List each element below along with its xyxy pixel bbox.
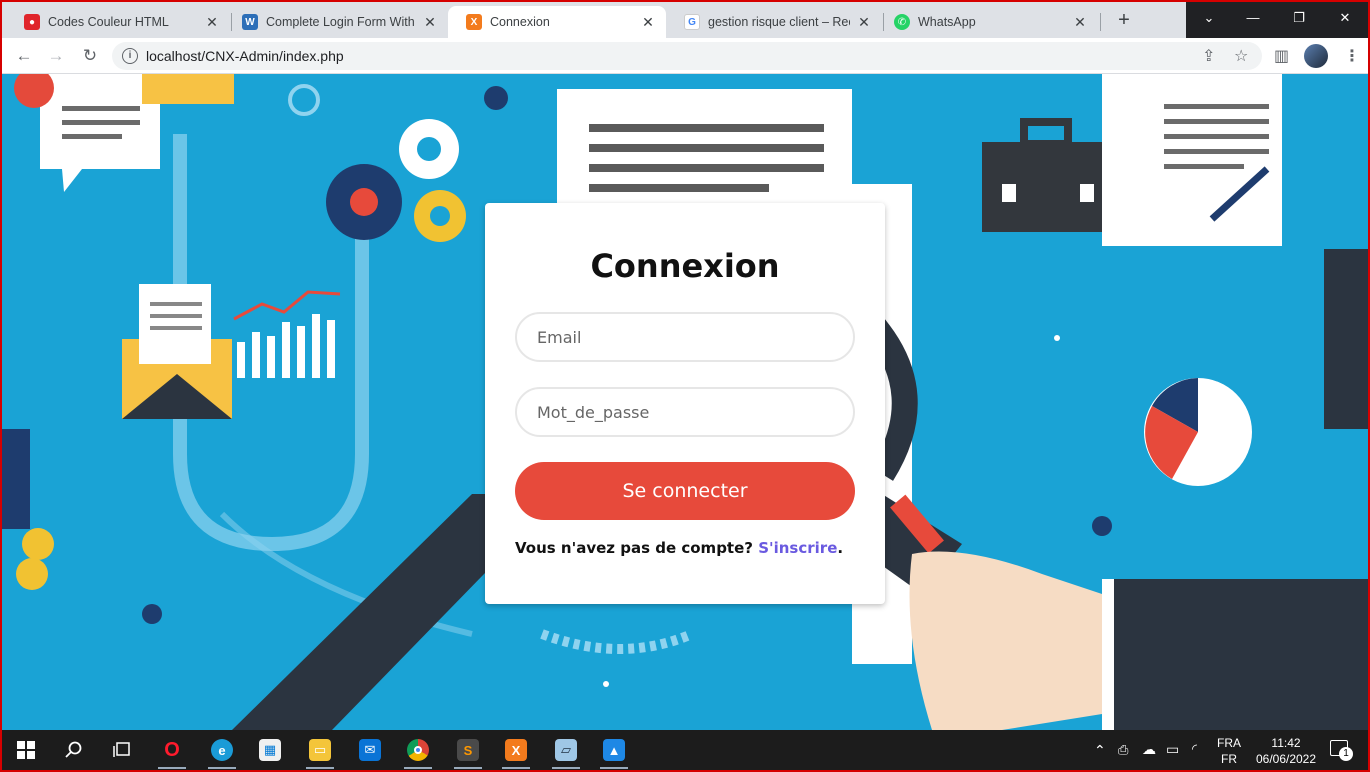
clock[interactable]: 11:42 06/06/2022 — [1248, 735, 1324, 770]
signup-link[interactable]: S'inscrire — [758, 539, 837, 557]
notepad-icon[interactable]: ▱ — [550, 734, 582, 769]
tab-search-icon[interactable]: ⌄ — [1186, 2, 1232, 34]
close-window-button[interactable]: ✕ — [1322, 2, 1368, 34]
windows-logo-icon — [17, 741, 35, 759]
password-input[interactable] — [515, 387, 855, 437]
xampp-icon[interactable]: X — [500, 734, 532, 769]
url-text: localhost/CNX-Admin/index.php — [146, 48, 344, 64]
search-icon[interactable] — [58, 734, 90, 766]
login-title: Connexion — [590, 247, 780, 285]
notifications-icon[interactable]: 1 — [1330, 740, 1354, 761]
tab-gestion-risque[interactable]: G gestion risque client – Reche ✕ — [666, 6, 882, 38]
side-panel-icon[interactable]: ▥ — [1274, 46, 1289, 66]
tab-login-form[interactable]: W Complete Login Form With S ✕ — [224, 6, 448, 38]
close-tab-icon[interactable]: ✕ — [422, 14, 438, 31]
minimize-button[interactable]: — — [1230, 2, 1276, 34]
close-tab-icon[interactable]: ✕ — [1072, 14, 1088, 31]
signup-period: . — [837, 539, 844, 557]
share-icon[interactable]: ⇪ — [1202, 46, 1215, 66]
profile-avatar[interactable] — [1304, 44, 1328, 68]
menu-dots-icon[interactable]: ⋮ — [1344, 46, 1360, 66]
login-card: Connexion Se connecter Vous n'avez pas d… — [485, 203, 885, 604]
google-icon: G — [684, 14, 700, 30]
screen: ● Codes Couleur HTML ✕ W Complete Login … — [0, 0, 1370, 772]
signup-prompt: Vous n'avez pas de compte? — [515, 539, 753, 557]
address-bar[interactable]: i localhost/CNX-Admin/index.php ⇪ ☆ — [112, 42, 1262, 70]
chrome-icon[interactable] — [402, 734, 434, 769]
new-tab-button[interactable]: + — [1112, 8, 1136, 32]
onedrive-cloud-icon[interactable]: ☁ — [1142, 741, 1156, 770]
battery-icon[interactable]: ▭ — [1166, 741, 1179, 770]
file-explorer-icon[interactable]: ▭ — [304, 734, 336, 769]
browser-toolbar: ← → ↻ i localhost/CNX-Admin/index.php ⇪ … — [2, 38, 1368, 74]
show-hidden-icons-icon[interactable]: ⌃ — [1094, 742, 1106, 770]
opera-red-icon: ● — [24, 14, 40, 30]
reload-icon[interactable]: ↻ — [76, 42, 104, 70]
forward-arrow-icon[interactable]: → — [42, 42, 70, 70]
close-tab-icon[interactable]: ✕ — [204, 14, 220, 31]
xampp-icon: X — [466, 14, 482, 30]
store-icon[interactable]: ▦ — [254, 734, 286, 766]
notification-count-badge: 1 — [1339, 747, 1353, 761]
tab-codes-couleur[interactable]: ● Codes Couleur HTML ✕ — [6, 6, 230, 38]
close-tab-icon[interactable]: ✕ — [856, 14, 872, 31]
close-tab-icon[interactable]: ✕ — [640, 14, 656, 31]
login-button[interactable]: Se connecter — [515, 462, 855, 520]
bookmark-star-icon[interactable]: ☆ — [1234, 46, 1248, 66]
start-button[interactable] — [10, 734, 42, 766]
page-viewport: Connexion Se connecter Vous n'avez pas d… — [2, 74, 1368, 730]
meet-now-icon[interactable]: ⎙ — [1118, 742, 1128, 770]
language-indicator[interactable]: FRA FR — [1214, 735, 1244, 770]
task-view-icon[interactable] — [106, 734, 138, 766]
tab-connexion[interactable]: X Connexion ✕ — [448, 6, 666, 38]
mail-icon[interactable]: ✉ — [354, 734, 386, 766]
wordpress-icon: W — [242, 14, 258, 30]
photos-icon[interactable]: ▲ — [598, 734, 630, 769]
back-arrow-icon[interactable]: ← — [10, 42, 38, 70]
wifi-icon[interactable]: ◜ — [1192, 741, 1197, 770]
restore-button[interactable]: ❐ — [1276, 2, 1322, 34]
sublime-text-icon[interactable]: S — [452, 734, 484, 769]
signup-line: Vous n'avez pas de compte? S'inscrire. — [515, 539, 843, 557]
opera-icon[interactable]: O — [156, 734, 188, 769]
edge-icon[interactable]: e — [206, 734, 238, 769]
tab-whatsapp[interactable]: ✆ WhatsApp ✕ — [876, 6, 1098, 38]
windows-taskbar: O e ▦ ▭ ✉ S X ▱ ▲ ⌃ ⎙ ☁ ▭ ◜ FRA FR 11:42… — [2, 730, 1368, 770]
whatsapp-icon: ✆ — [894, 14, 910, 30]
email-input[interactable] — [515, 312, 855, 362]
browser-tab-strip: ● Codes Couleur HTML ✕ W Complete Login … — [2, 2, 1368, 38]
site-info-icon[interactable]: i — [122, 48, 138, 64]
